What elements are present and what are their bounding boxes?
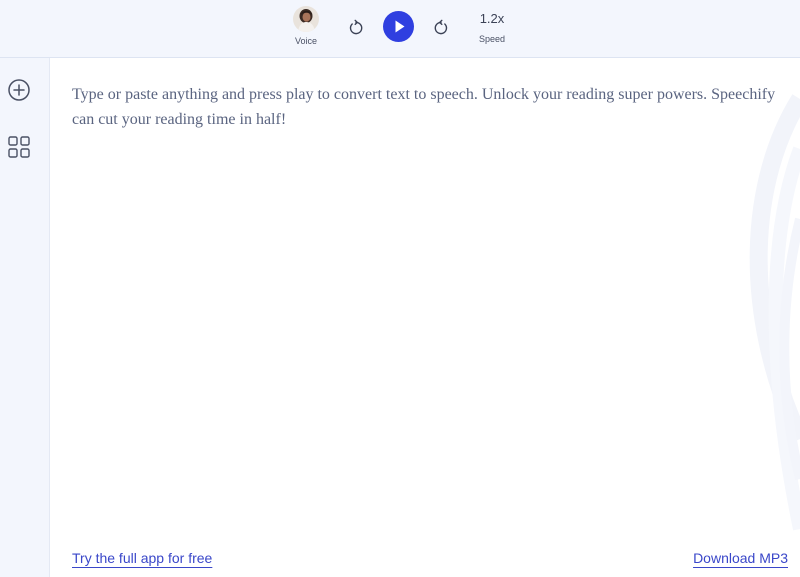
add-circle-icon [8,79,30,101]
left-sidebar [0,58,50,577]
rewind-button[interactable] [347,19,365,37]
player-toolbar: Voice 1.2x Speed [0,0,800,58]
forward-icon [434,19,448,35]
speechify-app: Voice 1.2x Speed Type or paste anything … [0,0,800,577]
grid-icon [8,136,30,158]
play-button[interactable] [383,11,414,42]
forward-button[interactable] [432,19,450,37]
avatar [293,6,319,32]
speed-value: 1.2x [479,11,505,26]
try-full-app-link[interactable]: Try the full app for free [72,550,212,566]
add-document-button[interactable] [7,78,31,102]
speed-control[interactable]: 1.2x Speed [470,11,514,44]
voice-selector[interactable]: Voice [286,6,326,52]
text-input-area[interactable]: Type or paste anything and press play to… [72,82,787,132]
library-button[interactable] [7,135,31,159]
rewind-icon [349,19,363,35]
background-decoration [749,94,800,531]
speed-label: Speed [478,34,506,44]
voice-label: Voice [294,36,318,46]
text-editor[interactable]: Type or paste anything and press play to… [51,59,800,577]
download-mp3-link[interactable]: Download MP3 [693,550,788,566]
play-icon [395,20,405,33]
